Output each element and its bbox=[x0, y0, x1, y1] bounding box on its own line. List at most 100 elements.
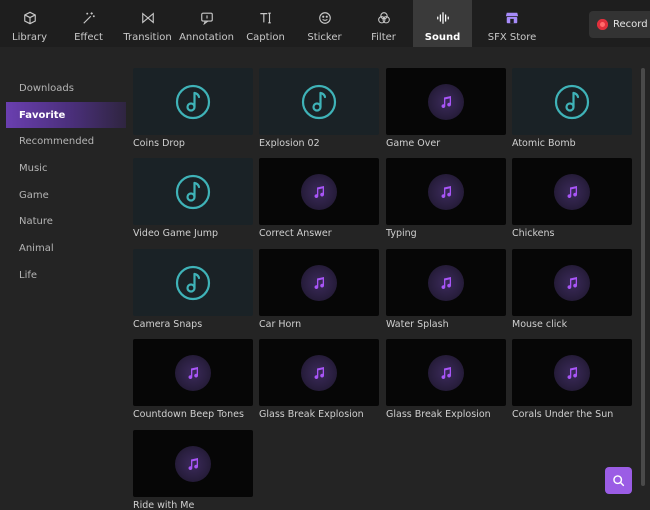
sound-thumbnail[interactable] bbox=[133, 249, 253, 316]
music-note-icon bbox=[314, 366, 324, 379]
record-dot-icon bbox=[597, 19, 608, 30]
sound-thumbnail[interactable] bbox=[259, 249, 379, 316]
tab-transition[interactable]: Transition bbox=[118, 0, 177, 47]
music-note-badge bbox=[554, 354, 590, 391]
sound-card[interactable]: Car Horn bbox=[259, 249, 379, 330]
music-note-badge bbox=[301, 354, 337, 391]
sound-thumbnail[interactable] bbox=[133, 68, 253, 135]
sound-card[interactable]: Explosion 02 bbox=[259, 68, 379, 149]
tab-caption-label: Caption bbox=[246, 32, 285, 43]
sidebar-item-label: Favorite bbox=[19, 109, 66, 121]
sidebar-item-nature[interactable]: Nature bbox=[0, 208, 126, 235]
music-note-badge bbox=[428, 173, 464, 210]
sound-name: Car Horn bbox=[259, 319, 302, 330]
music-disc-icon bbox=[554, 84, 590, 119]
sound-panel: Library Effect Transition Annotation Cap… bbox=[0, 0, 650, 510]
sound-card[interactable]: Camera Snaps bbox=[133, 249, 253, 330]
sound-thumbnail[interactable] bbox=[259, 158, 379, 225]
magic-wand-icon bbox=[82, 11, 96, 25]
sound-card[interactable]: Correct Answer bbox=[259, 158, 379, 239]
sound-thumbnail[interactable] bbox=[512, 249, 632, 316]
sidebar-item-recommended[interactable]: Recommended bbox=[0, 128, 126, 155]
sound-thumbnail[interactable] bbox=[133, 339, 253, 406]
sound-name: Glass Break Explosion bbox=[259, 409, 364, 420]
sound-name: Typing bbox=[386, 228, 417, 239]
sound-name: Chickens bbox=[512, 228, 555, 239]
tab-sound[interactable]: Sound bbox=[413, 0, 472, 47]
sound-thumbnail[interactable] bbox=[259, 68, 379, 135]
sound-card[interactable]: Glass Break Explosion bbox=[259, 339, 379, 420]
sound-thumbnail[interactable] bbox=[512, 339, 632, 406]
music-disc-icon bbox=[175, 84, 211, 119]
sound-name: Countdown Beep Tones bbox=[133, 409, 244, 420]
sidebar-item-life[interactable]: Life bbox=[0, 262, 126, 289]
sidebar-item-downloads[interactable]: Downloads bbox=[0, 75, 126, 102]
tab-library[interactable]: Library bbox=[0, 0, 59, 47]
sound-card[interactable]: Atomic Bomb bbox=[512, 68, 632, 149]
sound-thumbnail[interactable] bbox=[386, 249, 506, 316]
tab-effect-label: Effect bbox=[74, 32, 103, 43]
tab-sticker[interactable]: Sticker bbox=[295, 0, 354, 47]
sound-thumbnail[interactable] bbox=[133, 430, 253, 497]
music-note-badge bbox=[428, 264, 464, 301]
tab-annotation-label: Annotation bbox=[179, 32, 234, 43]
text-cursor-icon bbox=[259, 11, 273, 25]
sound-name: Mouse click bbox=[512, 319, 568, 330]
sound-card[interactable]: Water Splash bbox=[386, 249, 506, 330]
sound-name: Atomic Bomb bbox=[512, 138, 576, 149]
search-button[interactable] bbox=[605, 467, 632, 494]
sidebar-item-label: Nature bbox=[19, 216, 53, 228]
sound-name: Game Over bbox=[386, 138, 441, 149]
sound-thumbnail[interactable] bbox=[386, 339, 506, 406]
music-note-badge bbox=[554, 173, 590, 210]
sidebar-item-favorite[interactable]: Favorite bbox=[6, 101, 126, 129]
music-note-icon bbox=[314, 185, 324, 198]
circles-icon bbox=[377, 11, 391, 25]
tab-sfx-store[interactable]: SFX Store bbox=[472, 0, 552, 47]
music-disc-icon bbox=[301, 84, 337, 119]
scrollbar-thumb[interactable] bbox=[641, 68, 645, 486]
music-note-badge bbox=[175, 445, 211, 482]
sound-name: Video Game Jump bbox=[133, 228, 219, 239]
music-disc-icon bbox=[175, 174, 211, 209]
sound-name: Explosion 02 bbox=[259, 138, 320, 149]
tab-effect[interactable]: Effect bbox=[59, 0, 118, 47]
music-disc-icon bbox=[175, 265, 211, 300]
sound-thumbnail[interactable] bbox=[512, 158, 632, 225]
cube-icon bbox=[23, 11, 37, 25]
sound-thumbnail[interactable] bbox=[259, 339, 379, 406]
tab-sfx-store-label: SFX Store bbox=[487, 32, 537, 43]
record-button[interactable]: Record bbox=[589, 11, 650, 38]
chat-bubble-icon bbox=[200, 11, 214, 25]
sound-thumbnail[interactable] bbox=[512, 68, 632, 135]
sound-card[interactable]: Ride with Me bbox=[133, 430, 253, 510]
top-toolbar: Library Effect Transition Annotation Cap… bbox=[0, 0, 650, 47]
sound-card[interactable]: Corals Under the Sun bbox=[512, 339, 632, 420]
sound-card[interactable]: Glass Break Explosion bbox=[386, 339, 506, 420]
music-note-badge bbox=[554, 264, 590, 301]
sound-thumbnail[interactable] bbox=[133, 158, 253, 225]
store-icon bbox=[505, 11, 519, 25]
sound-thumbnail[interactable] bbox=[386, 68, 506, 135]
sidebar-item-animal[interactable]: Animal bbox=[0, 235, 126, 262]
music-note-icon bbox=[188, 457, 198, 470]
tab-annotation[interactable]: Annotation bbox=[177, 0, 236, 47]
sidebar-item-music[interactable]: Music bbox=[0, 155, 126, 182]
sound-card[interactable]: Countdown Beep Tones bbox=[133, 339, 253, 420]
sound-card[interactable]: Mouse click bbox=[512, 249, 632, 330]
music-note-icon bbox=[567, 185, 577, 198]
record-label: Record bbox=[613, 19, 648, 30]
waveform-icon bbox=[436, 11, 450, 25]
smiley-icon bbox=[318, 11, 332, 25]
sound-card[interactable]: Video Game Jump bbox=[133, 158, 253, 239]
sound-card[interactable]: Chickens bbox=[512, 158, 632, 239]
sound-thumbnail[interactable] bbox=[386, 158, 506, 225]
sidebar-item-game[interactable]: Game bbox=[0, 182, 126, 209]
sidebar-item-label: Life bbox=[19, 269, 38, 281]
tab-caption[interactable]: Caption bbox=[236, 0, 295, 47]
sound-card[interactable]: Coins Drop bbox=[133, 68, 253, 149]
sound-card[interactable]: Typing bbox=[386, 158, 506, 239]
sound-card[interactable]: Game Over bbox=[386, 68, 506, 149]
sidebar-item-label: Recommended bbox=[19, 136, 95, 148]
tab-filter[interactable]: Filter bbox=[354, 0, 413, 47]
